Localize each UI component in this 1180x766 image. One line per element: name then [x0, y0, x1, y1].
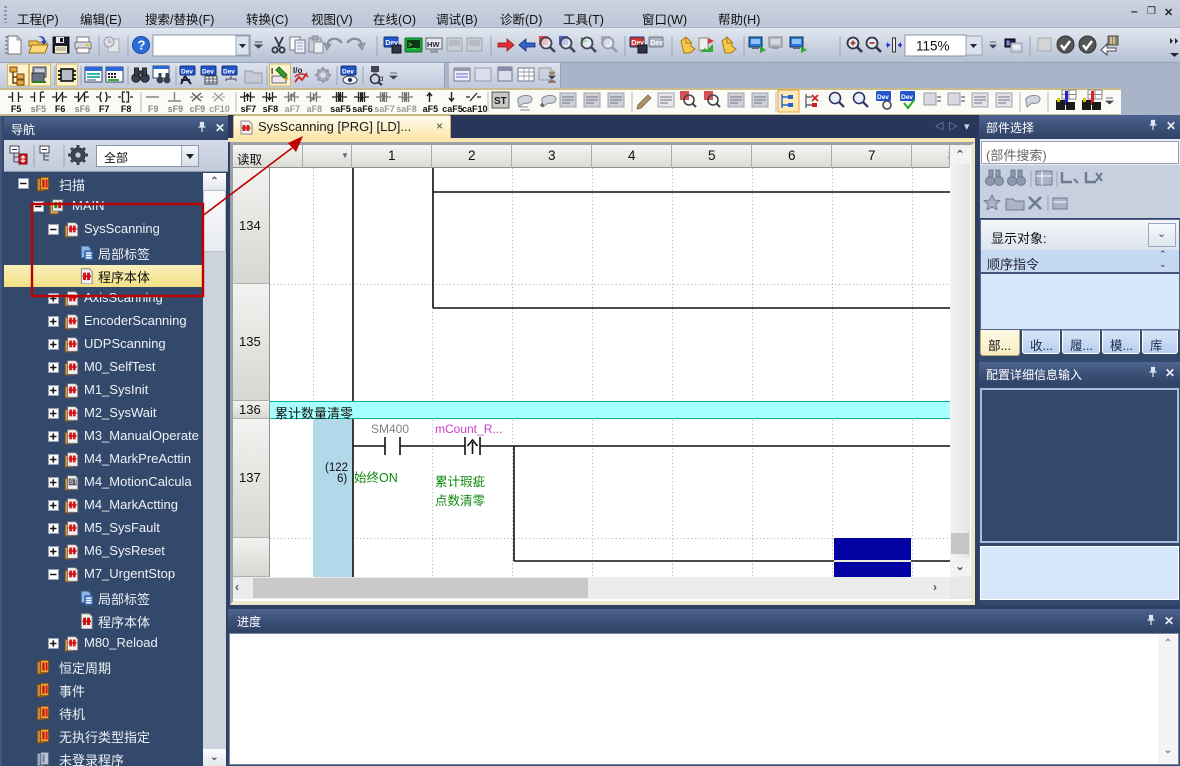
svg-text:?: ? [138, 38, 146, 53]
svg-text:>_: >_ [408, 42, 416, 49]
svg-text:saF8: saF8 [396, 104, 417, 114]
svg-text:F7: F7 [99, 104, 110, 114]
svg-text:Dev: Dev [202, 69, 214, 76]
svg-text:aF8: aF8 [307, 104, 323, 114]
svg-text:sF8: sF8 [263, 104, 279, 114]
svg-text:115%: 115% [916, 39, 950, 54]
svg-text:saF6: saF6 [352, 104, 373, 114]
svg-text:Dev: Dev [650, 40, 663, 47]
svg-text:ST: ST [69, 479, 77, 486]
svg-text:caF10: caF10 [462, 104, 488, 114]
svg-text:aF7: aF7 [285, 104, 301, 114]
svg-text:Dev: Dev [901, 94, 913, 101]
svg-text:F5: F5 [11, 104, 22, 114]
svg-text:Dev: Dev [181, 69, 193, 76]
svg-text:ST: ST [494, 96, 507, 107]
svg-text:cF9: cF9 [190, 104, 206, 114]
svg-text:F9: F9 [148, 104, 159, 114]
svg-text:sF9: sF9 [168, 104, 184, 114]
svg-text:aF5: aF5 [423, 104, 439, 114]
svg-text:α: α [379, 74, 384, 83]
svg-text:F8: F8 [121, 104, 132, 114]
svg-text:Dev: Dev [342, 69, 354, 76]
svg-text:caF5: caF5 [442, 104, 463, 114]
svg-text:sF7: sF7 [241, 104, 257, 114]
svg-text:Dev: Dev [223, 69, 235, 76]
svg-text:sF5: sF5 [31, 104, 47, 114]
svg-text:saF7: saF7 [374, 104, 395, 114]
svg-text:I: I [271, 67, 273, 76]
svg-text:HW: HW [427, 40, 440, 49]
svg-text:Dev: Dev [877, 94, 889, 101]
svg-text:sF6: sF6 [75, 104, 91, 114]
svg-text:cF10: cF10 [209, 104, 230, 114]
svg-text:F6: F6 [55, 104, 66, 114]
svg-text:saF5: saF5 [330, 104, 351, 114]
